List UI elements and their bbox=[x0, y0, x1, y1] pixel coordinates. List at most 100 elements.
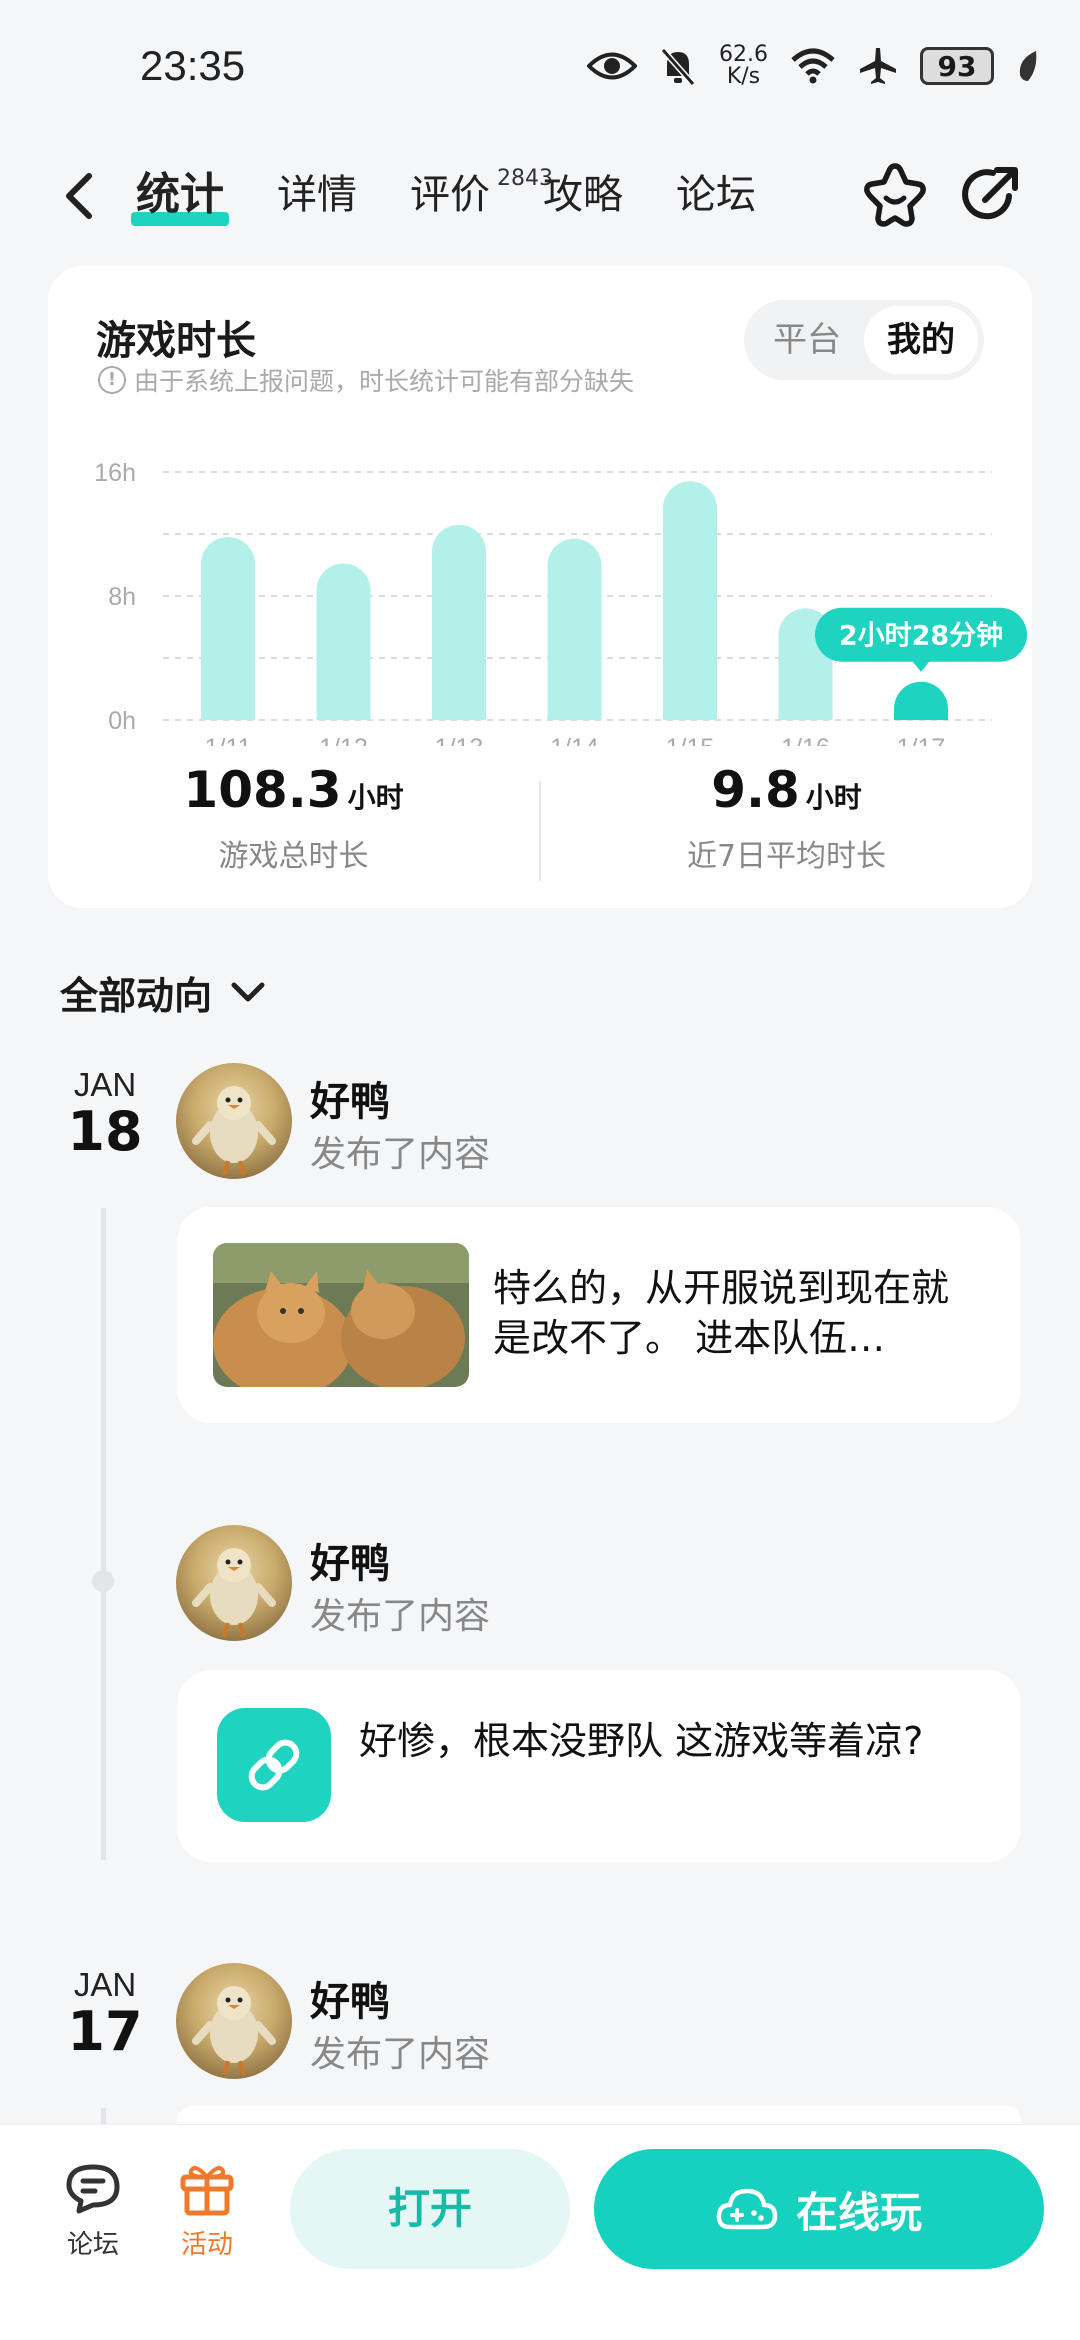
total-playtime: 108.3 小时 游戏总时长 bbox=[48, 761, 539, 875]
chart-bar[interactable] bbox=[316, 563, 371, 720]
playtime-bar-chart: 0h 8h 16h 1/11 1/12 1/13 1/14 1/15 1/16 1/17 2小时28… bbox=[94, 459, 1027, 746]
post-action: 发布了内容 bbox=[310, 1134, 491, 1175]
chart-bar[interactable] bbox=[894, 681, 948, 720]
total-playtime-unit: 小时 bbox=[347, 781, 404, 814]
info-icon: ! bbox=[98, 366, 126, 394]
toggle-mine[interactable]: 我的 bbox=[864, 306, 978, 374]
post-text: 好惨，根本没野队 这游戏等着凉? bbox=[359, 1719, 924, 1763]
chain-link-icon bbox=[248, 1739, 300, 1791]
link-icon bbox=[217, 1708, 331, 1822]
chart-bar[interactable] bbox=[663, 481, 717, 720]
duckling-avatar-image bbox=[192, 1548, 276, 1638]
favorite-button[interactable] bbox=[860, 160, 930, 230]
tab-forum-label: 论坛 bbox=[676, 172, 756, 218]
wifi-icon bbox=[791, 48, 835, 84]
post-card[interactable]: 特么的，从开服说到现在就是改不了。 进本队伍… bbox=[177, 1207, 1021, 1423]
cats-image bbox=[213, 1243, 469, 1387]
summary-stats: 108.3 小时 游戏总时长 9.8 小时 近7日平均时长 bbox=[48, 761, 1032, 881]
date-label: JAN 18 bbox=[60, 1066, 150, 1160]
x-tick-label: 1/12 bbox=[319, 734, 368, 746]
back-button[interactable] bbox=[55, 168, 105, 224]
avg-playtime-unit: 小时 bbox=[805, 781, 862, 814]
post-card[interactable]: 好惨，根本没野队 这游戏等着凉? bbox=[177, 1670, 1021, 1862]
forum-label: 论坛 bbox=[66, 2230, 119, 2260]
stats-note: ! 由于系统上报问题，时长统计可能有部分缺失 bbox=[98, 362, 634, 398]
status-time: 23:35 bbox=[140, 42, 246, 89]
tooltip-pointer bbox=[912, 660, 930, 672]
post-text: 特么的，从开服说到现在就是改不了。 进本队伍… bbox=[493, 1266, 950, 1360]
play-online-label: 在线玩 bbox=[795, 2187, 922, 2237]
forum-icon bbox=[66, 2164, 120, 2214]
battery-icon: 93 bbox=[920, 47, 994, 85]
event-shortcut[interactable]: 活动 bbox=[167, 2161, 247, 2261]
avg-playtime-label: 近7日平均时长 bbox=[686, 839, 887, 874]
bottom-action-bar: 论坛 活动 打开 在线玩 bbox=[0, 2124, 1080, 2340]
total-playtime-label: 游戏总时长 bbox=[218, 839, 369, 874]
net-speed-value: 62.6 bbox=[719, 42, 768, 67]
chevron-left-icon bbox=[66, 173, 92, 219]
timeline-line bbox=[101, 1208, 106, 1860]
chart-bar[interactable] bbox=[201, 537, 255, 720]
tab-details[interactable]: 详情 bbox=[274, 160, 360, 230]
chart-bar[interactable] bbox=[547, 538, 602, 720]
mute-bell-icon bbox=[660, 48, 696, 86]
x-tick-label: 1/11 bbox=[205, 734, 252, 746]
eye-icon bbox=[587, 52, 638, 80]
tab-reviews-label: 评价 bbox=[410, 172, 490, 218]
airplane-icon bbox=[860, 48, 896, 84]
avatar[interactable] bbox=[176, 1525, 292, 1641]
x-tick-label: 1/13 bbox=[435, 734, 484, 746]
date-day: 17 bbox=[67, 2000, 143, 2063]
tab-bar: 统计 详情 评价 2843 攻略 论坛 bbox=[131, 160, 806, 230]
date-month: JAN bbox=[73, 1066, 137, 1103]
y-tick-label: 0h bbox=[108, 707, 136, 735]
activity-filter-label: 全部动向 bbox=[60, 974, 213, 1018]
playtime-stats-card: 游戏时长 ! 由于系统上报问题，时长统计可能有部分缺失 平台 我的 0h 8h 16… bbox=[48, 266, 1032, 908]
post-action: 发布了内容 bbox=[310, 2034, 491, 2075]
tab-guides[interactable]: 攻略 bbox=[540, 160, 626, 230]
chevron-down-icon bbox=[231, 982, 265, 1001]
tab-guides-label: 攻略 bbox=[543, 172, 623, 218]
post-author[interactable]: 好鸭 bbox=[310, 1069, 390, 1127]
tab-stats[interactable]: 统计 bbox=[131, 160, 229, 230]
y-tick-label: 8h bbox=[108, 583, 136, 611]
tab-forum[interactable]: 论坛 bbox=[673, 160, 759, 230]
x-tick-label: 1/17 bbox=[897, 734, 946, 746]
data-source-toggle: 平台 我的 bbox=[744, 300, 984, 380]
post-thumbnail[interactable] bbox=[213, 1243, 469, 1387]
open-button[interactable]: 打开 bbox=[290, 2149, 570, 2269]
tab-details-label: 详情 bbox=[277, 172, 357, 218]
total-playtime-value: 108.3 bbox=[183, 761, 342, 819]
activity-filter[interactable]: 全部动向 bbox=[60, 965, 266, 1020]
cloud-gamepad-icon bbox=[716, 2188, 778, 2230]
x-tick-label: 1/16 bbox=[781, 734, 830, 746]
post-author[interactable]: 好鸭 bbox=[310, 1531, 390, 1589]
tab-stats-label: 统计 bbox=[136, 169, 224, 220]
x-tick-label: 1/14 bbox=[550, 734, 599, 746]
net-speed-unit: K/s bbox=[726, 64, 761, 89]
tooltip-label: 2小时28分钟 bbox=[839, 621, 1003, 652]
share-icon bbox=[962, 167, 1018, 220]
status-icons: 62.6 K/s 93 bbox=[587, 44, 1040, 88]
chart-bar[interactable] bbox=[432, 524, 486, 720]
forum-shortcut[interactable]: 论坛 bbox=[53, 2161, 133, 2261]
event-label: 活动 bbox=[180, 2230, 233, 2260]
duckling-avatar-image bbox=[192, 1086, 276, 1176]
status-bar: 23:35 62.6 K/s 93 bbox=[0, 0, 1080, 130]
post-author[interactable]: 好鸭 bbox=[310, 1969, 390, 2027]
date-month: JAN bbox=[73, 1966, 137, 2003]
toggle-platform[interactable]: 平台 bbox=[750, 306, 864, 374]
net-speed: 62.6 K/s bbox=[719, 44, 768, 88]
top-nav: 统计 详情 评价 2843 攻略 论坛 bbox=[0, 150, 1080, 240]
avatar[interactable] bbox=[176, 1963, 292, 2079]
stats-title: 游戏时长 bbox=[96, 318, 256, 364]
star-icon bbox=[864, 163, 926, 227]
tab-reviews[interactable]: 评价 2843 bbox=[407, 160, 553, 230]
x-tick-label: 1/15 bbox=[666, 734, 715, 746]
y-tick-label: 16h bbox=[94, 459, 136, 487]
timeline-dot bbox=[92, 1570, 114, 1592]
share-button[interactable] bbox=[955, 160, 1025, 230]
avg-playtime: 9.8 小时 近7日平均时长 bbox=[541, 761, 1032, 875]
avatar[interactable] bbox=[176, 1063, 292, 1179]
play-online-button[interactable]: 在线玩 bbox=[594, 2149, 1044, 2269]
